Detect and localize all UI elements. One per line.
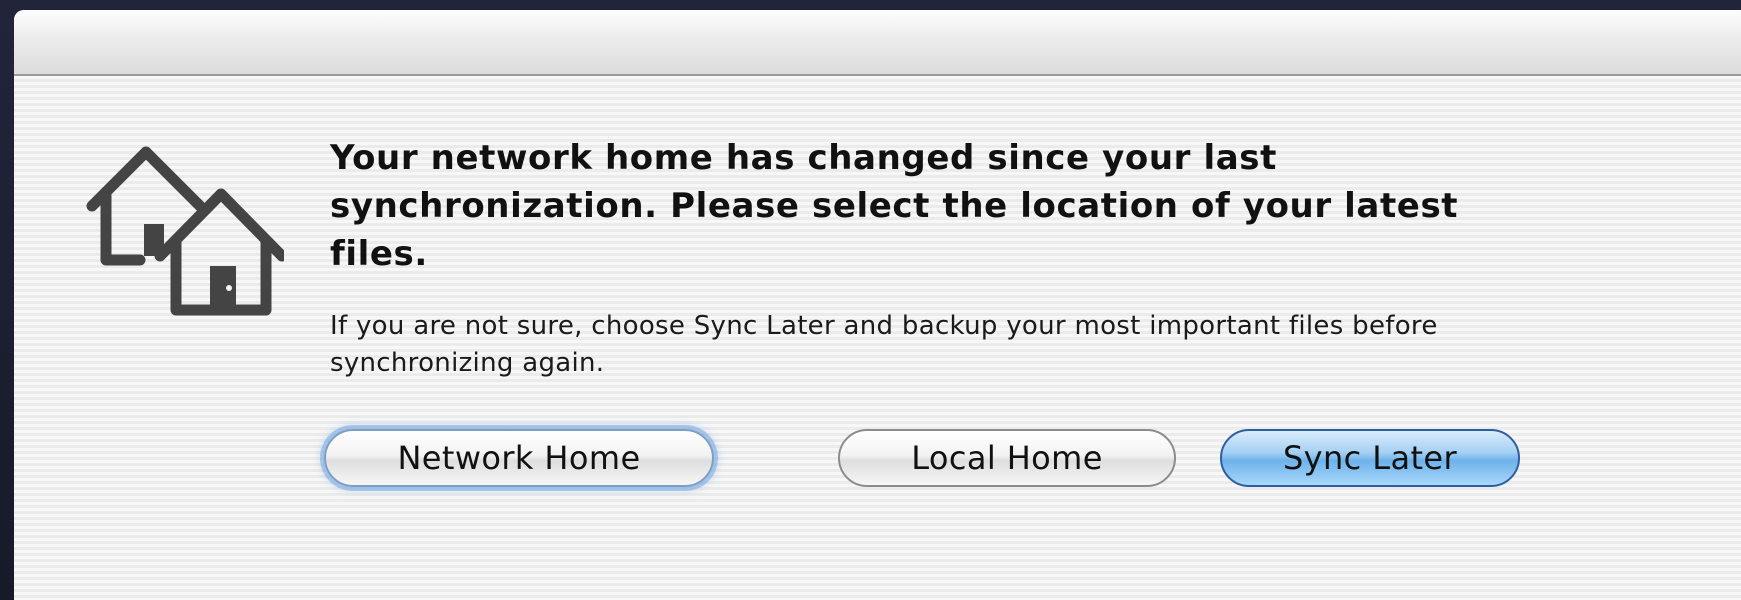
local-home-button[interactable]: Local Home <box>838 429 1176 487</box>
dialog-titlebar[interactable] <box>14 10 1741 76</box>
network-home-icon <box>86 146 284 316</box>
sync-later-button[interactable]: Sync Later <box>1220 429 1520 487</box>
network-home-button[interactable]: Network Home <box>324 429 714 487</box>
sync-dialog: Your network home has changed since your… <box>14 10 1741 600</box>
dialog-detail-text: If you are not sure, choose Sync Later a… <box>330 311 1438 378</box>
dialog-headline: Your network home has changed since your… <box>330 138 1459 274</box>
